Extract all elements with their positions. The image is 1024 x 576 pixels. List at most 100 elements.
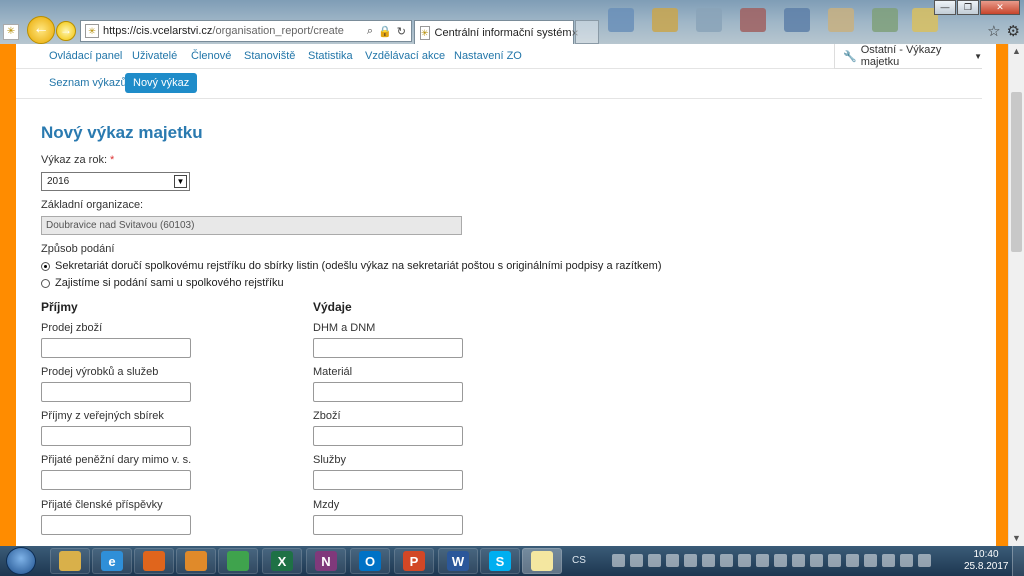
method-option-secretariat[interactable]: Sekretariát doručí spolkovému rejstříku … (41, 260, 661, 272)
show-desktop-button[interactable] (1012, 546, 1024, 576)
taskbar-app-powerpoint[interactable]: P (394, 548, 434, 574)
income-label: Přijaté členské příspěvky (41, 499, 163, 511)
tray-icon[interactable] (900, 554, 913, 567)
tray-icon[interactable] (702, 554, 715, 567)
taskbar-app-ie[interactable]: e (92, 548, 132, 574)
lock-icon[interactable]: 🔒 (378, 25, 392, 38)
org-label: Základní organizace: (41, 199, 144, 211)
tray-icon[interactable] (864, 554, 877, 567)
income-input-sale-products[interactable] (41, 382, 191, 402)
tray-icon[interactable] (684, 554, 697, 567)
excel-icon: X (271, 551, 293, 571)
tray-icon[interactable] (792, 554, 805, 567)
tray-icon[interactable] (810, 554, 823, 567)
nav-item-clenove[interactable]: Členové (191, 50, 231, 62)
tab-title: Centrální informační systém (434, 26, 572, 39)
expenses-heading: Výdaje (313, 300, 352, 314)
income-input-sale-goods[interactable] (41, 338, 191, 358)
method-option-self[interactable]: Zajistíme si podání sami u spolkového re… (41, 277, 284, 289)
scroll-up-icon[interactable]: ▲ (1012, 46, 1021, 56)
tray-icon[interactable] (828, 554, 841, 567)
taskbar-app-word[interactable]: W (438, 548, 478, 574)
radio-unselected[interactable] (41, 278, 50, 288)
expense-input-goods[interactable] (313, 426, 463, 446)
caret-down-icon: ▼ (974, 51, 982, 61)
taskbar-app-firefox[interactable] (134, 548, 174, 574)
address-bar[interactable]: ✳ https://cis.vcelarstvi.cz/organisation… (80, 20, 412, 42)
year-select[interactable]: 2016 ▼ (41, 172, 190, 191)
tray-icon[interactable] (612, 554, 625, 567)
expense-input-material[interactable] (313, 382, 463, 402)
refresh-icon[interactable]: ↻ (397, 25, 406, 38)
taskbar-app-media[interactable] (176, 548, 216, 574)
radio-selected[interactable] (41, 261, 50, 271)
nav-item-stanoviste[interactable]: Stanoviště (244, 50, 295, 62)
tray-icon[interactable] (630, 554, 643, 567)
nav-item-nastaveni-zo[interactable]: Nastavení ZO (454, 50, 522, 62)
taskbar-app-onenote[interactable]: N (306, 548, 346, 574)
expense-input-dhm-dnm[interactable] (313, 338, 463, 358)
other-menu-dropdown[interactable]: 🔧 Ostatní - Výkazy majetku ▼ (834, 44, 982, 69)
sub-nav: Seznam výkazů Nový výkaz (16, 69, 982, 99)
report-list-link[interactable]: Seznam výkazů (49, 77, 127, 89)
taskbar-app-excel[interactable]: X (262, 548, 302, 574)
language-indicator[interactable]: CS (572, 555, 586, 566)
new-tab-button[interactable] (575, 20, 599, 44)
clock[interactable]: 10:40 25.8.2017 (964, 549, 1009, 573)
new-report-button[interactable]: Nový výkaz (125, 73, 198, 93)
tray-icon[interactable] (774, 554, 787, 567)
wrench-icon: 🔧 (843, 50, 857, 63)
tray-icon[interactable] (720, 554, 733, 567)
settings-gear-icon[interactable]: ⚙ (1007, 22, 1020, 40)
outlook-icon: O (359, 551, 381, 571)
powerpoint-icon: P (403, 551, 425, 571)
tray-icon[interactable] (846, 554, 859, 567)
nav-item-ovladaci-panel[interactable]: Ovládací panel (49, 50, 122, 62)
scroll-down-icon[interactable]: ▼ (1012, 533, 1021, 543)
browser-chrome: ✳ ← → ✳ https://cis.vcelarstvi.cz/organi… (0, 0, 1024, 44)
nav-item-vzdelavaci-akce[interactable]: Vzdělávací akce (365, 50, 445, 62)
expense-label: Materiál (313, 366, 353, 378)
year-label: Výkaz za rok: * (41, 154, 115, 166)
back-button[interactable]: ← (27, 16, 55, 44)
minimize-button[interactable]: — (934, 0, 956, 15)
income-input-member-fees[interactable] (41, 515, 191, 535)
expense-input-services[interactable] (313, 470, 463, 490)
tray-icon[interactable] (756, 554, 769, 567)
method-label: Způsob podání (41, 243, 115, 255)
tray-icon[interactable] (882, 554, 895, 567)
search-icon[interactable]: ⌕ (367, 25, 373, 38)
toolbar-icons: ☆ ⚙ (987, 22, 1020, 40)
favorites-star-icon[interactable]: ☆ (987, 22, 1000, 40)
nav-item-statistika[interactable]: Statistika (308, 50, 353, 62)
scroll-thumb[interactable] (1011, 92, 1022, 252)
forward-button[interactable]: → (56, 21, 76, 41)
page-frame-right (996, 44, 1008, 546)
income-label: Prodej zboží (41, 322, 103, 334)
media-icon (185, 551, 207, 571)
tray-icon[interactable] (666, 554, 679, 567)
browser-tab[interactable]: ✳ Centrální informační systém × (414, 20, 579, 44)
taskbar-app-browser-active[interactable] (522, 548, 562, 574)
clock-time: 10:40 (973, 549, 999, 560)
vertical-scrollbar[interactable]: ▲ ▼ (1008, 44, 1024, 546)
tray-icon[interactable] (738, 554, 751, 567)
income-input-donations[interactable] (41, 470, 191, 490)
expense-label: DHM a DNM (313, 322, 376, 334)
maximize-button[interactable]: ❐ (957, 0, 979, 15)
income-label: Příjmy z veřejných sbírek (41, 410, 164, 422)
nav-item-uzivatele[interactable]: Uživatelé (132, 50, 177, 62)
start-button[interactable] (6, 547, 36, 575)
tray-icon[interactable] (648, 554, 661, 567)
tab-favicon-icon: ✳ (420, 25, 430, 40)
tray-icon[interactable] (918, 554, 931, 567)
chevron-down-icon[interactable]: ▼ (174, 175, 187, 188)
expense-input-wages[interactable] (313, 515, 463, 535)
skype-icon: S (489, 551, 511, 571)
taskbar-app-explorer[interactable] (50, 548, 90, 574)
taskbar-app-skype[interactable]: S (480, 548, 520, 574)
taskbar-app-outlook[interactable]: O (350, 548, 390, 574)
close-window-button[interactable]: ✕ (980, 0, 1020, 15)
taskbar-app-chrome[interactable] (218, 548, 258, 574)
income-input-public-collections[interactable] (41, 426, 191, 446)
